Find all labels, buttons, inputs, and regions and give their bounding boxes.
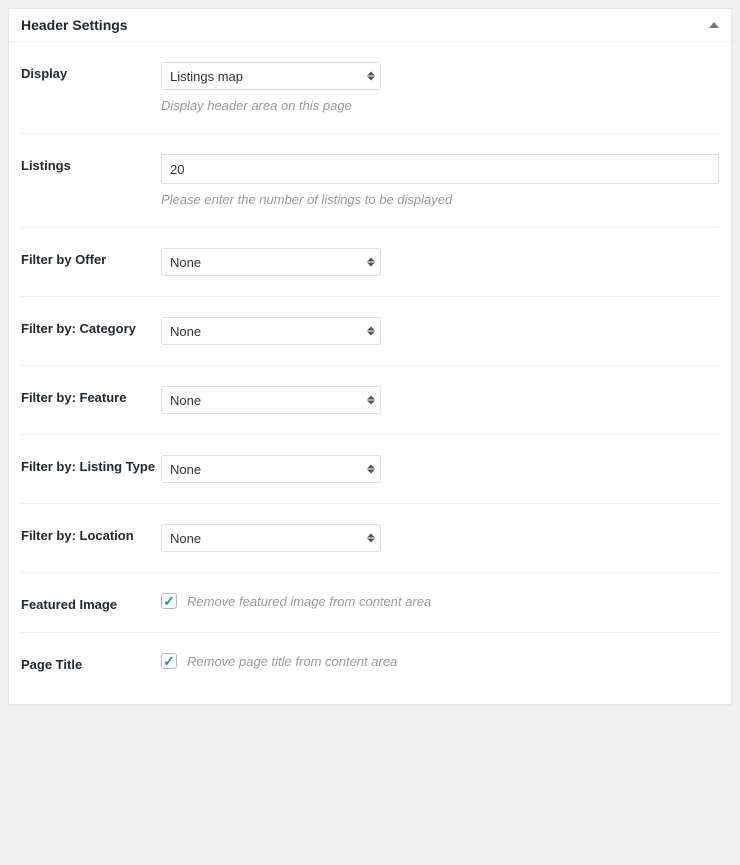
filter-location-select[interactable]: None	[161, 524, 381, 552]
filter-feature-select[interactable]: None	[161, 386, 381, 414]
page-title-label: Page Title	[21, 653, 161, 672]
field-page-title: Page Title Remove page title from conten…	[21, 633, 719, 692]
listings-help: Please enter the number of listings to b…	[161, 192, 719, 207]
filter-offer-label: Filter by Offer	[21, 248, 161, 267]
listings-label: Listings	[21, 154, 161, 173]
field-filter-offer: Filter by Offer None	[21, 228, 719, 297]
field-filter-location: Filter by: Location None	[21, 504, 719, 573]
field-featured-image: Featured Image Remove featured image fro…	[21, 573, 719, 633]
filter-listing-type-select-wrap: None	[161, 455, 381, 483]
page-title-checkbox-row: Remove page title from content area	[161, 653, 719, 669]
featured-image-checkbox[interactable]	[161, 593, 177, 609]
filter-feature-label: Filter by: Feature	[21, 386, 161, 405]
featured-image-checkbox-row: Remove featured image from content area	[161, 593, 719, 609]
filter-category-select[interactable]: None	[161, 317, 381, 345]
display-help: Display header area on this page	[161, 98, 719, 113]
display-label: Display	[21, 62, 161, 81]
filter-location-select-wrap: None	[161, 524, 381, 552]
panel-header[interactable]: Header Settings	[9, 9, 731, 42]
filter-location-label: Filter by: Location	[21, 524, 161, 543]
filter-listing-type-label: Filter by: Listing Type	[21, 455, 161, 474]
page-title-checkbox[interactable]	[161, 653, 177, 669]
filter-offer-select[interactable]: None	[161, 248, 381, 276]
featured-image-label: Featured Image	[21, 593, 161, 612]
field-display: Display Listings map Display header area…	[21, 42, 719, 134]
filter-feature-select-wrap: None	[161, 386, 381, 414]
field-filter-listing-type: Filter by: Listing Type None	[21, 435, 719, 504]
filter-category-select-wrap: None	[161, 317, 381, 345]
filter-listing-type-select[interactable]: None	[161, 455, 381, 483]
header-settings-panel: Header Settings Display Listings map Dis…	[8, 8, 732, 705]
featured-image-checkbox-label: Remove featured image from content area	[187, 594, 431, 609]
listings-input[interactable]	[161, 154, 719, 184]
filter-offer-select-wrap: None	[161, 248, 381, 276]
field-filter-feature: Filter by: Feature None	[21, 366, 719, 435]
display-select-wrap: Listings map	[161, 62, 381, 90]
display-select[interactable]: Listings map	[161, 62, 381, 90]
page-title-checkbox-label: Remove page title from content area	[187, 654, 397, 669]
collapse-toggle-icon	[709, 22, 719, 28]
filter-category-label: Filter by: Category	[21, 317, 161, 336]
panel-title: Header Settings	[21, 17, 128, 33]
field-filter-category: Filter by: Category None	[21, 297, 719, 366]
field-listings: Listings Please enter the number of list…	[21, 134, 719, 228]
panel-body: Display Listings map Display header area…	[9, 42, 731, 704]
